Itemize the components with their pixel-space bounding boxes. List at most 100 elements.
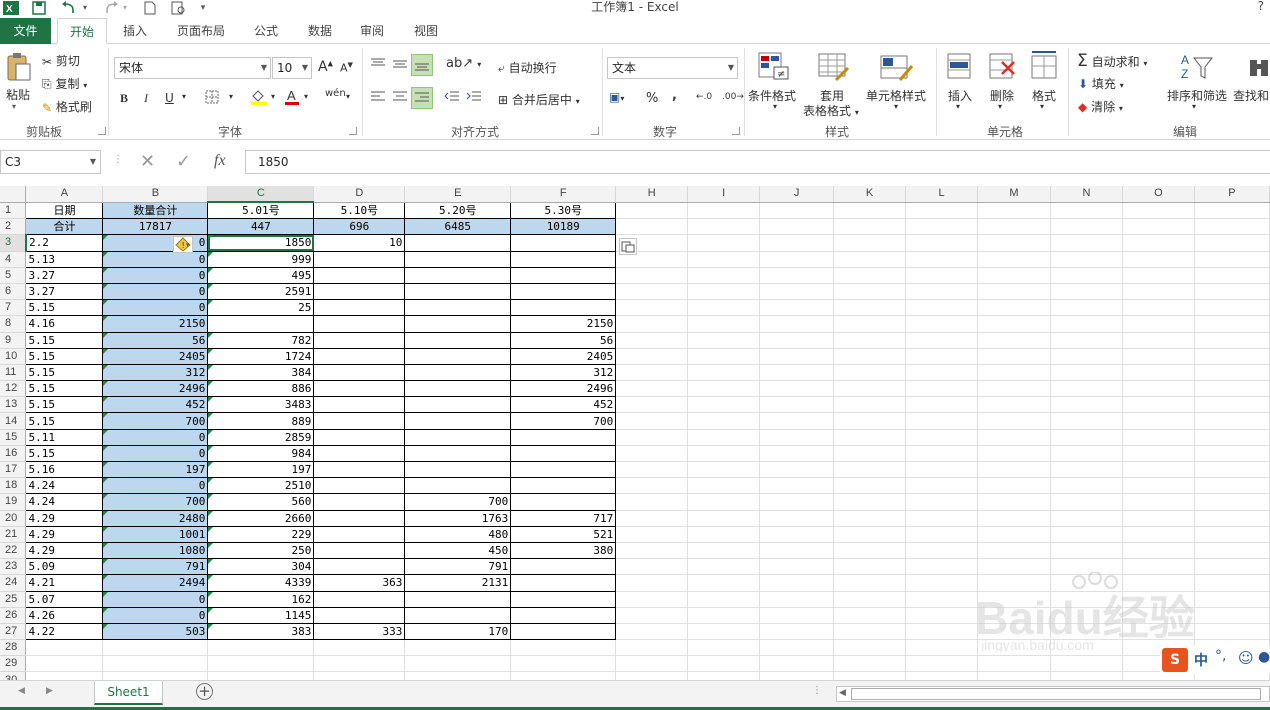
ime-language-toggle[interactable]: 中 [1194,650,1208,670]
cell[interactable] [833,251,907,268]
row-header[interactable]: 23 [0,558,27,576]
cell[interactable] [1122,364,1195,382]
cell[interactable]: 1763 [404,509,512,527]
chevron-down-icon[interactable]: ▼ [90,151,96,173]
cell[interactable] [615,542,689,560]
cell[interactable] [404,234,512,252]
cell[interactable] [102,655,209,673]
font-color-button[interactable]: A [284,88,300,109]
cell[interactable]: 791 [404,558,512,576]
cell[interactable] [313,509,406,527]
format-dropdown-icon[interactable]: ▾ [1040,102,1044,111]
cell[interactable] [510,606,617,624]
cell[interactable]: 304 [207,558,315,576]
cell[interactable]: 4.26 [25,606,104,624]
cell[interactable] [615,299,689,317]
cell[interactable] [833,477,907,495]
cell[interactable]: 717 [510,509,617,527]
row-header[interactable]: 30 [0,671,27,680]
cell[interactable] [1194,234,1270,252]
cell[interactable]: 5.13 [25,250,104,268]
cell[interactable] [687,655,761,673]
cell[interactable] [977,493,1051,511]
conditional-format-button[interactable]: 条件格式 [748,87,796,104]
cell[interactable] [1122,267,1195,284]
align-right-button[interactable] [411,87,433,109]
paste-dropdown-icon[interactable]: ▾ [12,102,16,111]
cell[interactable] [1050,283,1123,301]
cell[interactable] [313,525,406,543]
column-header-j[interactable]: J [759,186,835,203]
cell[interactable] [615,461,689,479]
cell[interactable]: 10189 [510,218,617,236]
borders-button[interactable] [205,90,219,107]
cell[interactable] [1122,315,1195,333]
cell[interactable] [905,429,978,446]
cell[interactable] [404,606,512,624]
cell[interactable] [759,510,835,527]
sogou-logo-icon[interactable]: S [1162,648,1188,672]
align-middle-button[interactable] [392,57,408,74]
cell[interactable]: 0 [102,590,209,608]
row-header[interactable]: 20 [0,510,27,527]
font-color-dropdown-icon[interactable]: ▾ [304,92,308,101]
cell[interactable] [313,655,406,673]
cell[interactable] [615,510,689,527]
tab-home[interactable]: 开始 [57,18,107,44]
cell[interactable]: 6485 [404,218,512,236]
cell[interactable]: 5.20号 [404,201,512,220]
cell[interactable] [313,671,406,680]
insert-cells-icon[interactable] [946,52,974,85]
sort-filter-button[interactable]: 排序和筛选 [1167,87,1227,104]
cell[interactable]: 56 [102,331,209,349]
cell[interactable] [687,332,761,349]
cell[interactable]: 5.30号 [510,201,617,220]
cell[interactable] [687,412,761,430]
font-launcher-icon[interactable] [349,127,357,135]
cell[interactable] [833,526,907,543]
column-header-o[interactable]: O [1122,186,1195,203]
cell[interactable] [1194,477,1270,495]
cell[interactable]: 4.24 [25,493,104,511]
row-header[interactable]: 22 [0,542,27,560]
cell[interactable]: 363 [313,574,406,592]
cell[interactable] [404,380,512,398]
cell[interactable]: 2405 [102,347,209,365]
cell[interactable] [615,445,689,463]
cell[interactable]: 1724 [207,347,315,365]
cell[interactable] [687,623,761,641]
autosum-button[interactable]: Σ 自动求和 ▾ [1077,51,1147,71]
cell[interactable] [687,445,761,463]
increase-decimal-button[interactable]: ←.0 [696,92,712,102]
cell[interactable] [687,461,761,479]
clipboard-launcher-icon[interactable] [98,127,106,135]
cell[interactable] [510,299,617,317]
cell[interactable] [615,623,689,641]
cell[interactable] [615,315,689,333]
delete-dropdown-icon[interactable]: ▾ [998,102,1002,111]
cell[interactable] [1050,218,1123,236]
cell[interactable] [25,655,104,673]
cell[interactable]: 700 [102,493,209,511]
cell[interactable]: 1001 [102,525,209,543]
cell[interactable] [615,655,689,673]
cell[interactable] [404,331,512,349]
column-header-i[interactable]: I [687,186,761,203]
cell[interactable] [615,526,689,543]
cell[interactable] [404,266,512,284]
shrink-font-button[interactable]: A▼ [340,61,353,75]
cell[interactable] [510,639,617,657]
sort-filter-icon[interactable]: AZ [1180,52,1214,85]
cell[interactable] [1194,283,1270,301]
cell[interactable] [905,380,978,398]
cell[interactable] [313,477,406,495]
column-header-n[interactable]: N [1050,186,1123,203]
cell[interactable] [510,574,617,592]
cell[interactable] [687,380,761,398]
cell[interactable] [905,493,978,511]
cell[interactable] [404,396,512,414]
cell[interactable]: 17817 [102,218,209,236]
cell[interactable]: 700 [404,493,512,511]
cell[interactable] [977,202,1051,220]
cell[interactable] [977,234,1051,252]
